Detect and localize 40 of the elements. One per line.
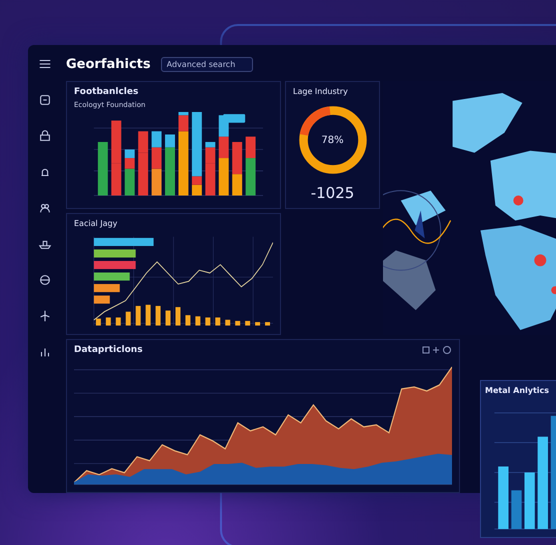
card-title: Metal Anlytics — [485, 386, 550, 395]
bar — [176, 307, 180, 326]
bar — [136, 306, 141, 326]
bar — [255, 322, 260, 326]
card-title: Eacial Jagy — [74, 219, 118, 228]
horizontal-bar — [94, 272, 130, 281]
card-title: Dataprticlons — [74, 345, 143, 355]
horizontal-bar — [94, 238, 154, 246]
bar — [106, 317, 111, 326]
bar — [146, 304, 151, 326]
menu-icon[interactable] — [38, 57, 52, 71]
app-title: Georfahicts — [66, 56, 151, 72]
bar — [116, 317, 121, 326]
stat-value: -1025 — [310, 184, 354, 202]
bar — [185, 315, 190, 326]
horizontal-bar — [94, 260, 136, 270]
card-title: Lage Industry — [293, 87, 348, 96]
card-title: Footbanlcles — [74, 87, 140, 97]
bar — [215, 317, 220, 326]
bar — [245, 320, 250, 326]
bar — [166, 310, 171, 326]
bar — [265, 322, 270, 326]
bar — [205, 317, 210, 326]
plane-icon[interactable] — [38, 309, 52, 323]
bag-icon[interactable] — [38, 129, 52, 143]
toolbar-icon[interactable] — [422, 345, 452, 355]
search-field[interactable]: Advanced search — [160, 56, 253, 72]
bar — [156, 306, 161, 326]
bar — [195, 316, 200, 326]
horizontal-bar — [94, 284, 120, 292]
bar — [225, 320, 230, 326]
horizontal-bar — [94, 249, 136, 258]
people-icon[interactable] — [38, 201, 52, 215]
bar — [126, 312, 131, 326]
bar — [235, 320, 240, 326]
horizontal-bar — [94, 296, 110, 304]
bar — [96, 318, 101, 326]
percent-label: 78% — [321, 134, 344, 146]
globe-icon[interactable] — [38, 273, 52, 287]
box-icon[interactable] — [38, 93, 52, 107]
